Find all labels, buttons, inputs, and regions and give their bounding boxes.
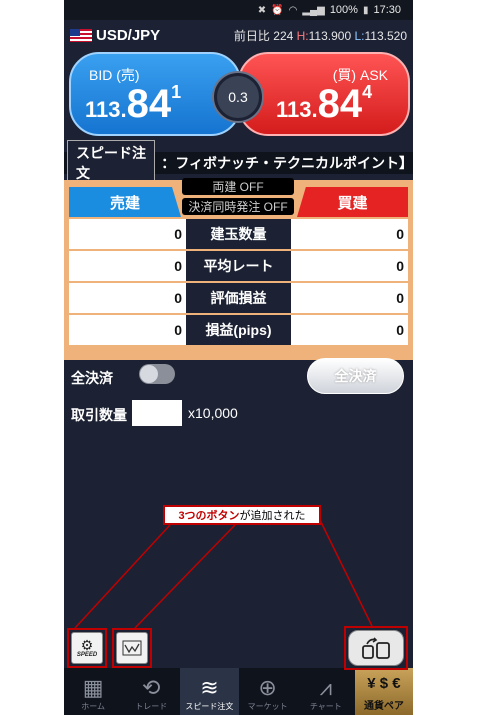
app-screen: ✖ ⏰ ◠ ▂▄▆ 100% ▮ 17:30 USD/JPY 前日比 224 H… [64,0,413,715]
grid-icon: ▦ [82,675,104,700]
ask-price: 113.844 [276,82,372,127]
ask-price-big: 113. [276,97,318,122]
battery-icon: ▮ [362,4,369,16]
row-label: 平均レート [186,251,291,281]
globe-icon: ⊕ [258,675,277,700]
high-value: 113.900 [308,29,352,43]
nav-home[interactable]: ▦ ホーム [64,668,122,715]
refresh-icon: ⟲ [142,675,161,700]
nav-label: トレード [135,702,168,711]
ask-button[interactable]: (買) ASK 113.844 [238,52,410,136]
spread-badge: 0.3 [214,73,262,121]
quantity-unit: x10,000 [188,405,238,421]
buy-unrealized-pl: 0 [291,283,408,313]
low-value: 113.520 [364,29,408,43]
nav-chart[interactable]: ⩘ チャート [297,668,355,715]
pair-header: USD/JPY 前日比 224 H:113.900 L:113.520 [64,20,413,50]
price-summary: 前日比 224 H:113.900 L:113.520 [234,27,407,44]
annotation-text: が追加された [239,510,306,522]
sell-position-qty: 0 [69,219,186,249]
signal-icon: ▂▄▆ [302,4,325,16]
buy-avg-rate: 0 [291,251,408,281]
table-row: 0 評価損益 0 [69,283,408,313]
annotation-highlight: 3つのボタン [178,510,240,522]
nav-label: チャート [309,702,342,711]
close-all-switch[interactable] [139,364,175,384]
buy-button[interactable]: 買建 [297,187,408,217]
highlight-frame [112,628,152,668]
position-grid: 0 建玉数量 0 0 平均レート 0 0 評価損益 0 0 損益(pips) 0 [69,219,408,347]
mute-icon: ✖ [257,4,267,16]
bottom-nav: ▦ ホーム ⟲ トレード ≋ スピード注文 ⊕ マーケット ⩘ チャート ¥ $… [64,668,413,715]
nav-label: マーケット [247,702,288,711]
high-prefix: H: [296,29,309,43]
ask-price-pips: 84 [317,82,363,126]
quantity-input[interactable] [132,400,182,426]
us-flag-icon [70,28,92,42]
buy-position-qty: 0 [291,219,408,249]
chart-icon: ⩘ [319,675,332,700]
close-all-label: 全決済 [71,370,113,386]
speed-icon: ≋ [200,675,219,700]
row-label: 評価損益 [186,283,291,313]
currency-icon: ¥ $ € [367,675,401,692]
alarm-icon: ⏰ [271,4,284,16]
highlight-frame [67,628,107,668]
nav-label: ホーム [81,702,105,711]
sell-avg-rate: 0 [69,251,186,281]
buy-pips: 0 [291,315,408,345]
hedge-toggle[interactable]: 両建 OFF [182,178,294,195]
low-prefix: L: [354,29,365,43]
sell-pips: 0 [69,315,186,345]
annotation-callout: 3つのボタン が追加された [163,505,321,525]
nav-speed-order[interactable]: ≋ スピード注文 [180,668,239,715]
bid-price-fraction: 1 [171,82,182,102]
nav-trade[interactable]: ⟲ トレード [122,668,180,715]
highlight-frame [344,626,408,670]
nav-currency-pair[interactable]: ¥ $ € 通貨ペア [354,668,413,715]
row-label: 建玉数量 [186,219,291,249]
clock: 17:30 [373,4,401,16]
table-row: 0 平均レート 0 [69,251,408,281]
row-label: 損益(pips) [186,315,291,345]
strategy-name[interactable]: ：フィボナッチ・テクニカルポイント】 [161,153,413,173]
status-bar: ✖ ⏰ ◠ ▂▄▆ 100% ▮ 17:30 [64,0,413,20]
nav-label: スピード注文 [185,702,234,711]
currency-pair[interactable]: USD/JPY [96,27,160,44]
wifi-icon: ◠ [288,4,298,16]
battery-percent: 100% [329,4,358,16]
simultaneous-close-toggle[interactable]: 決済同時発注 OFF [182,198,294,215]
quantity-label: 取引数量 [71,407,127,423]
nav-market[interactable]: ⊕ マーケット [239,668,297,715]
change-value: 224 [273,29,294,43]
bid-price-pips: 84 [126,82,172,126]
table-row: 0 損益(pips) 0 [69,315,408,345]
speed-order-title: スピード注文 ：フィボナッチ・テクニカルポイント】 [64,140,413,186]
sell-button[interactable]: 売建 [69,187,181,217]
sell-unrealized-pl: 0 [69,283,186,313]
ask-price-fraction: 4 [362,82,373,102]
bid-price-big: 113. [85,97,127,122]
bid-price: 113.841 [85,82,181,127]
nav-label: 通貨ペア [363,701,404,712]
table-row: 0 建玉数量 0 [69,219,408,249]
change-label: 前日比 [233,29,270,43]
close-all-button[interactable]: 全決済 [307,358,404,394]
